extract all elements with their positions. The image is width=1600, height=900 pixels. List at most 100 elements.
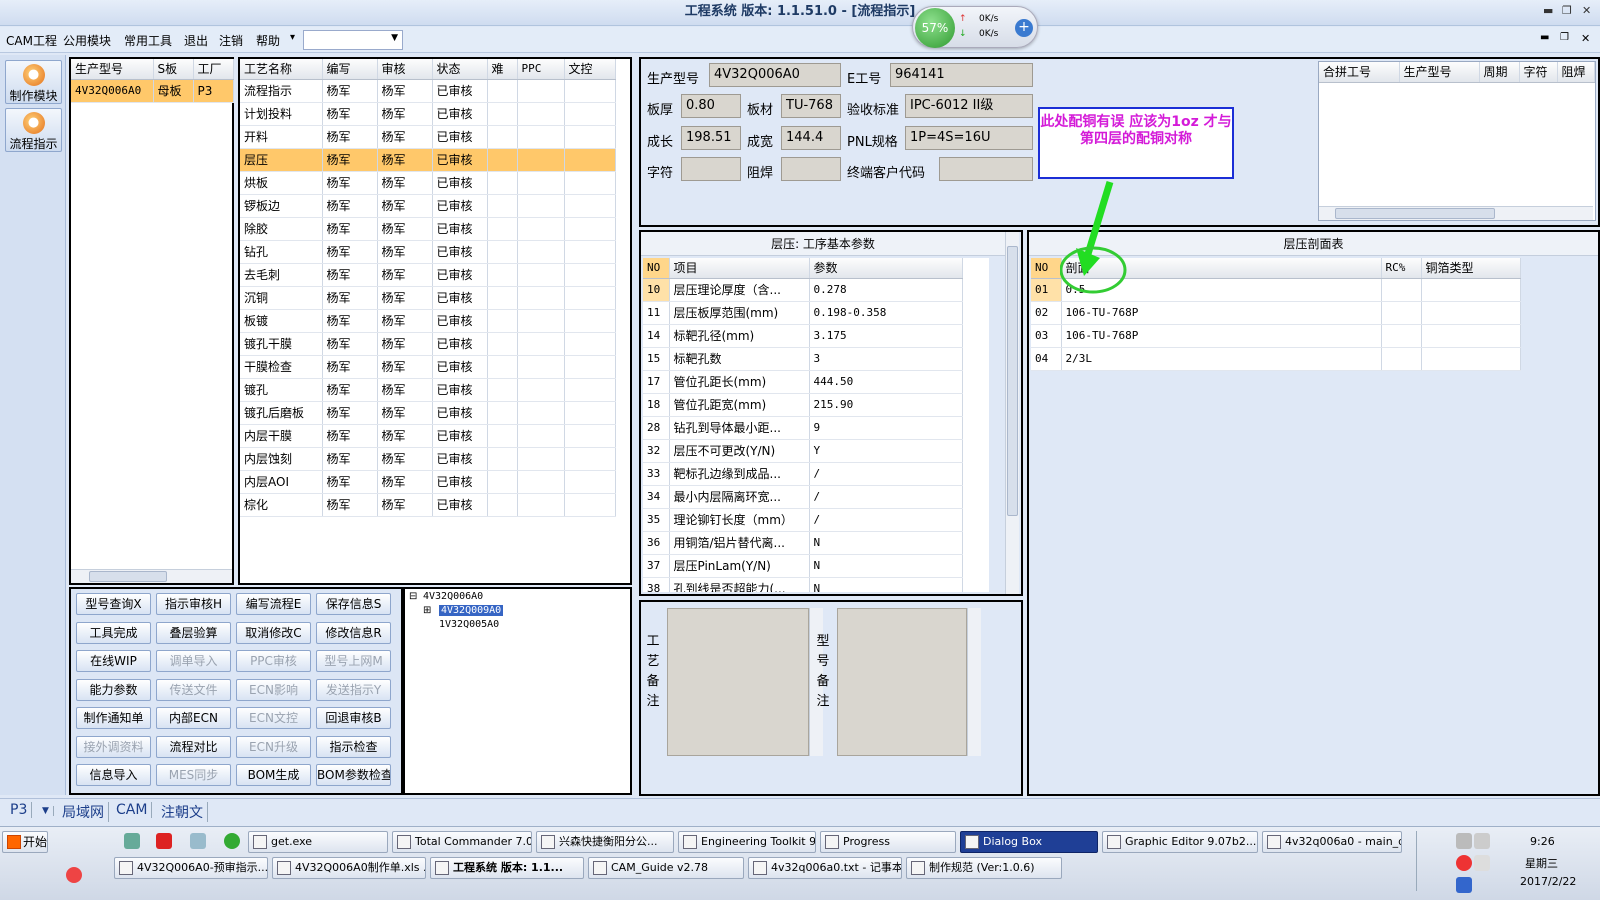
table-row[interactable]: 18 管位孔距宽(mm) 215.90 [643, 393, 963, 417]
tab-lan[interactable]: 局域网 [58, 802, 109, 822]
table-row[interactable]: 04 2/3L [1031, 347, 1521, 371]
table-row[interactable]: 36 用铜箔/铝片替代离... N [643, 531, 963, 555]
action-button[interactable]: 信息导入 [76, 764, 151, 786]
table-row[interactable]: 03 106-TU-768P [1031, 324, 1521, 348]
table-row[interactable]: 流程指示 杨军 杨军 已审核 [240, 79, 616, 103]
table-row[interactable]: 02 106-TU-768P [1031, 301, 1521, 325]
action-button[interactable]: 编写流程E [236, 593, 311, 615]
app-tray-icon[interactable] [1456, 855, 1472, 871]
table-row[interactable]: 4V32Q006A0 母板 P3 [71, 79, 234, 103]
action-button[interactable]: 型号查询X [76, 593, 151, 615]
quicklaunch-icon[interactable] [124, 833, 140, 849]
ie-icon[interactable] [224, 833, 240, 849]
volume-icon[interactable] [1474, 855, 1490, 871]
field-customer[interactable] [939, 157, 1033, 181]
col-merge-model[interactable]: 生产型号 [1399, 62, 1480, 83]
table-row[interactable]: 层压 杨军 杨军 已审核 [240, 148, 616, 172]
pdf-icon[interactable] [156, 833, 172, 849]
field-material[interactable]: TU-768 [781, 94, 841, 118]
col-difficulty[interactable]: 难 [487, 59, 518, 80]
table-row[interactable]: 内层AOI 杨军 杨军 已审核 [240, 470, 616, 494]
table-row[interactable]: 去毛刺 杨军 杨军 已审核 [240, 263, 616, 287]
col-mask[interactable]: 阻焊 [1557, 62, 1595, 83]
network-icon[interactable] [1456, 833, 1472, 849]
taskbar-item[interactable]: CAM_Guide v2.78 [588, 857, 744, 879]
col-rc[interactable]: RC% [1381, 258, 1422, 279]
action-button[interactable]: 制作通知单 [76, 707, 151, 729]
tree-expand-icon[interactable]: ⊟ [409, 591, 417, 602]
taskbar-item[interactable]: 4V32Q006A0制作单.xls ... [272, 857, 426, 879]
model-remark-textarea[interactable] [837, 608, 967, 756]
start-button[interactable]: 开始 [2, 831, 48, 853]
action-button[interactable]: ECN文控 [236, 707, 311, 729]
close-button[interactable]: ✕ [1582, 4, 1591, 17]
col-writer[interactable]: 编写 [322, 59, 378, 80]
action-button[interactable]: MES同步 [156, 764, 231, 786]
table-row[interactable]: 板镀 杨军 杨军 已审核 [240, 309, 616, 333]
table-row[interactable]: 38 孔到线是否超能力(... N [643, 577, 963, 592]
table-row[interactable]: 11 层压板厚范围(mm) 0.198-0.358 [643, 301, 963, 325]
table-row[interactable]: 棕化 杨军 杨军 已审核 [240, 493, 616, 517]
action-button[interactable]: 能力参数 [76, 678, 151, 701]
table-row[interactable]: 内层蚀刻 杨军 杨军 已审核 [240, 447, 616, 471]
menu-combo[interactable]: ▼ [303, 30, 403, 50]
table-row[interactable]: 35 理论铆钉长度（mm） / [643, 508, 963, 532]
table-row[interactable]: 沉铜 杨军 杨军 已审核 [240, 286, 616, 310]
col-no[interactable]: NO [643, 258, 670, 279]
params-vscroll[interactable] [1005, 232, 1019, 594]
table-row[interactable]: 34 最小内层隔离环宽... / [643, 485, 963, 509]
table-row[interactable]: 32 层压不可更改(Y/N) Y [643, 439, 963, 463]
action-button[interactable]: BOM参数检查 [316, 764, 391, 786]
network-meter[interactable]: 57% ↑ 0K/s ↓ 0K/s + [912, 6, 1038, 48]
field-standard[interactable]: IPC-6012 II级 [905, 94, 1033, 118]
action-button[interactable]: 发送指示Y [316, 678, 391, 701]
menu-cam[interactable]: CAM工程 [6, 32, 57, 49]
table-row[interactable]: 干膜检查 杨军 杨军 已审核 [240, 355, 616, 379]
col-foil[interactable]: 铜箔类型 [1421, 258, 1521, 279]
action-button[interactable]: 流程对比 [156, 735, 231, 758]
taskbar-item[interactable]: 4V32Q006A0-预审指示.... [114, 857, 268, 879]
tab-user[interactable]: 注朝文 [157, 802, 208, 822]
table-row[interactable]: 17 管位孔距长(mm) 444.50 [643, 370, 963, 394]
col-no[interactable]: NO [1031, 258, 1062, 279]
col-reviewer[interactable]: 审核 [377, 59, 433, 80]
field-grow[interactable]: 198.51 [681, 126, 741, 150]
mdi-restore-button[interactable]: ❐ [1560, 32, 1569, 43]
action-button[interactable]: 工具完成 [76, 621, 151, 644]
action-button[interactable]: 保存信息S [316, 593, 391, 615]
taskbar-item[interactable]: 制作规范 (Ver:1.0.6) [906, 857, 1062, 879]
table-row[interactable]: 33 靶标孔边缘到成品... / [643, 462, 963, 486]
menu-logout[interactable]: 注销 [219, 32, 243, 49]
table-row[interactable]: 开料 杨军 杨军 已审核 [240, 125, 616, 149]
col-doc-control[interactable]: 文控 [564, 59, 616, 80]
action-button[interactable]: ECN升级 [236, 735, 311, 758]
calculator-icon[interactable] [190, 833, 206, 849]
table-row[interactable]: 烘板 杨军 杨军 已审核 [240, 171, 616, 195]
maximize-button[interactable]: ❐ [1562, 4, 1572, 17]
table-row[interactable]: 计划投料 杨军 杨军 已审核 [240, 102, 616, 126]
col-merge-no[interactable]: 合拼工号 [1319, 62, 1400, 83]
taskbar-item[interactable]: get.exe [248, 831, 388, 853]
col-process[interactable]: 工艺名称 [240, 59, 323, 80]
col-cycle[interactable]: 周期 [1479, 62, 1520, 83]
action-button[interactable]: 指示审核H [156, 593, 231, 615]
tree-node[interactable]: 1V32Q005A0 [439, 619, 499, 630]
taskbar-item[interactable]: 兴森快捷衡阳分公... [536, 831, 674, 853]
action-button[interactable]: 型号上网M [316, 650, 391, 672]
table-row[interactable]: 15 标靶孔数 3 [643, 347, 963, 371]
merge-hscroll[interactable] [1319, 206, 1593, 220]
plus-icon[interactable]: + [1015, 19, 1033, 37]
table-row[interactable]: 除胶 杨军 杨军 已审核 [240, 217, 616, 241]
menu-exit[interactable]: 退出 [184, 32, 208, 49]
taskbar-item[interactable]: Engineering Toolkit 9.... [678, 831, 816, 853]
menu-tools[interactable]: 常用工具 [124, 32, 172, 49]
action-button[interactable]: 接外调资料 [76, 735, 151, 758]
table-row[interactable]: 镀孔 杨军 杨军 已审核 [240, 378, 616, 402]
ime-icon[interactable] [1456, 877, 1472, 893]
scroll-thumb[interactable] [89, 571, 167, 582]
tree-root[interactable]: 4V32Q006A0 [423, 591, 483, 602]
menu-public[interactable]: 公用模块 [63, 32, 111, 49]
col-char[interactable]: 字符 [1519, 62, 1558, 83]
mdi-close-button[interactable]: ✕ [1581, 32, 1590, 45]
table-row[interactable]: 内层干膜 杨军 杨军 已审核 [240, 424, 616, 448]
